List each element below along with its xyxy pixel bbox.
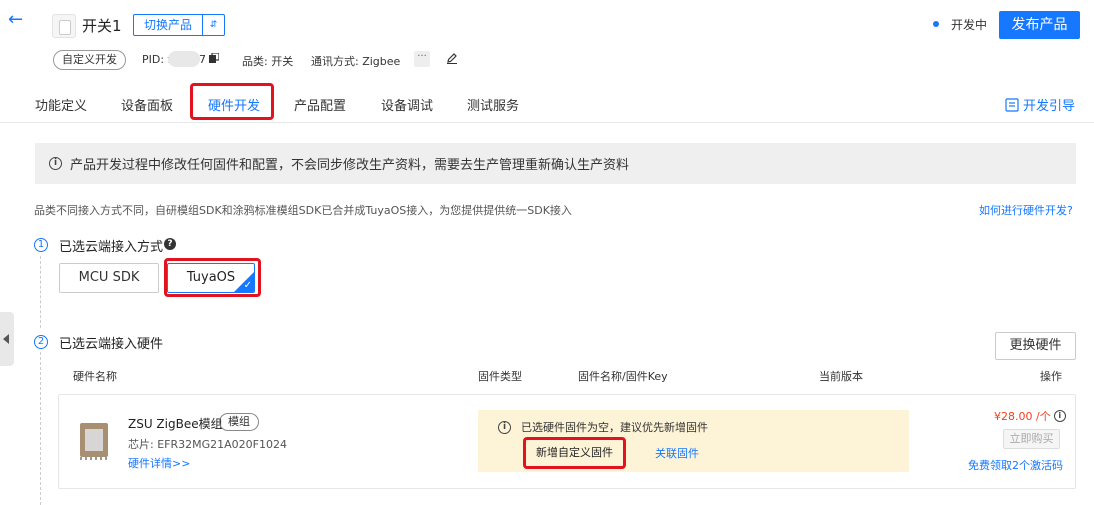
firmware-notice: i 已选硬件固件为空，建议优先新增固件 — [498, 419, 708, 435]
option-mcu-sdk[interactable]: MCU SDK — [59, 263, 159, 293]
annotation-box-tuyaos — [164, 258, 261, 297]
how-hardware-dev-link[interactable]: 如何进行硬件开发? — [979, 202, 1073, 218]
step2-number: 2 — [34, 335, 48, 349]
product-name: 开关1 — [82, 17, 122, 35]
guide-icon — [1005, 97, 1019, 112]
copy-icon[interactable] — [209, 53, 219, 63]
annotation-box-tab — [190, 83, 274, 120]
header-hardware-name: 硬件名称 — [73, 370, 117, 383]
custom-dev-tag: 自定义开发 — [53, 50, 126, 70]
pid-label: PID: f — [142, 53, 172, 66]
category-text: 品类: 开关 — [242, 55, 294, 68]
free-activation-codes-link[interactable]: 免费领取2个激活码 — [968, 457, 1063, 473]
firmware-notice-text: 已选硬件固件为空，建议优先新增固件 — [521, 421, 708, 434]
pid-mask — [168, 51, 200, 67]
link-firmware-link[interactable]: 关联固件 — [655, 445, 699, 461]
price: ¥28.00 /个 i — [994, 408, 1066, 424]
step1-title: 已选云端接入方式 — [59, 240, 164, 255]
price-info-icon[interactable]: i — [1053, 410, 1066, 422]
step1-number: 1 — [34, 238, 48, 252]
change-hardware-button[interactable]: 更换硬件 — [995, 332, 1076, 360]
tab-device-panel[interactable]: 设备面板 — [121, 95, 173, 114]
tabs-divider — [0, 122, 1094, 123]
status-text: 开发中 — [951, 18, 988, 32]
step-connector-line — [40, 256, 41, 328]
tab-function-definition[interactable]: 功能定义 — [35, 95, 87, 114]
switch-arrows-icon: ⇵ — [202, 15, 224, 35]
module-tag: 模组 — [219, 413, 259, 431]
hardware-detail-link[interactable]: 硬件详情>> — [128, 455, 190, 471]
price-text: ¥28.00 /个 — [994, 410, 1051, 423]
dev-guide-label: 开发引导 — [1023, 99, 1076, 114]
notice-banner: i 产品开发过程中修改任何固件和配置，不会同步修改生产资料，需要去生产管理重新确… — [35, 143, 1076, 184]
chip-model: 芯片: EFR32MG21A020F1024 — [128, 438, 287, 451]
header-current-version: 当前版本 — [819, 370, 863, 383]
header-firmware-type: 固件类型 — [478, 370, 522, 383]
tab-test-service[interactable]: 测试服务 — [467, 95, 519, 114]
publish-product-button[interactable]: 发布产品 — [999, 11, 1080, 39]
add-custom-firmware-button[interactable]: 新增自定义固件 — [523, 437, 626, 469]
tab-device-debug[interactable]: 设备调试 — [381, 95, 433, 114]
product-icon — [52, 14, 76, 38]
buy-now-button[interactable]: 立即购买 — [1003, 429, 1060, 449]
edit-pencil-icon[interactable] — [446, 52, 458, 64]
protocol-text: 通讯方式: Zigbee — [311, 55, 401, 68]
switch-product-label: 切换产品 — [143, 18, 192, 32]
status-dot-icon — [933, 21, 939, 27]
tab-product-config[interactable]: 产品配置 — [294, 95, 346, 114]
switch-product-button[interactable]: 切换产品 ⇵ — [133, 14, 225, 36]
info-icon: i — [498, 420, 511, 434]
description-text: 品类不同接入方式不同，自研模组SDK和涂鸦标准模组SDK已合并成TuyaOS接入… — [34, 204, 572, 217]
back-arrow-icon[interactable]: ← — [8, 10, 28, 30]
collapse-sidebar-handle[interactable] — [0, 312, 14, 366]
header-firmware-name-key: 固件名称/固件Key — [578, 370, 668, 383]
help-question-icon[interactable]: ? — [164, 238, 176, 250]
step2-title: 已选云端接入硬件 — [59, 337, 164, 352]
notice-text: 产品开发过程中修改任何固件和配置，不会同步修改生产资料，需要去生产管理重新确认生… — [70, 158, 630, 173]
more-button[interactable]: ··· — [414, 51, 430, 67]
pid-suffix: 7 — [199, 53, 206, 66]
step-connector-line-2 — [40, 352, 41, 505]
module-image — [80, 423, 108, 460]
info-icon: i — [49, 157, 62, 170]
header-actions: 操作 — [1040, 370, 1062, 383]
dev-guide-link[interactable]: 开发引导 — [1005, 95, 1075, 114]
hardware-name: ZSU ZigBee模组 — [128, 417, 223, 431]
